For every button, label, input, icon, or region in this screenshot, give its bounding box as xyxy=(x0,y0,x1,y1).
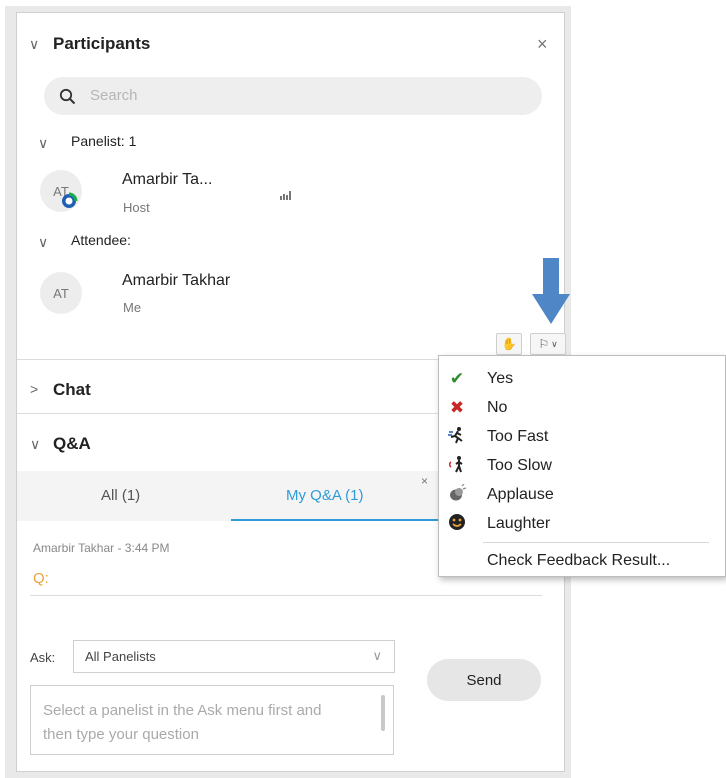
qa-title: Q&A xyxy=(53,434,91,453)
menu-item-too-slow[interactable]: Too Slow xyxy=(439,452,725,480)
checkmark-icon: ✔ xyxy=(449,369,465,388)
collapse-chevron-icon[interactable]: ∨ xyxy=(29,36,39,53)
chevron-down-icon: ∨ xyxy=(372,648,382,663)
chat-chevron-icon[interactable]: > xyxy=(30,381,38,397)
tab-close-icon[interactable]: × xyxy=(421,474,428,488)
question-textarea[interactable]: Select a panelist in the Ask menu first … xyxy=(30,685,394,755)
qa-chevron-icon[interactable]: ∨ xyxy=(30,436,40,453)
chevron-down-icon: ∨ xyxy=(551,338,558,349)
smiley-icon xyxy=(447,513,467,536)
participants-title: Participants xyxy=(53,34,151,53)
attendee-chevron-icon[interactable]: ∨ xyxy=(38,234,48,251)
tab-all[interactable]: All (1) xyxy=(101,487,140,504)
ask-select[interactable]: All Panelists ∨ xyxy=(73,640,395,673)
menu-item-applause[interactable]: Applause xyxy=(439,481,725,509)
audio-level-icon xyxy=(280,191,291,200)
feedback-flag-icon: ⚐ xyxy=(538,337,550,351)
menu-item-yes[interactable]: ✔ Yes xyxy=(439,365,725,393)
avatar-initials: AT xyxy=(53,285,69,301)
tab-my-qa[interactable]: My Q&A (1) xyxy=(286,487,364,504)
send-button[interactable]: Send xyxy=(427,659,541,701)
avatar: AT xyxy=(40,272,82,314)
feedback-button[interactable]: ⚐ ∨ xyxy=(530,333,566,355)
feedback-menu: ✔ Yes ✖ No Too Fast Too Slow Applause La… xyxy=(438,355,726,577)
menu-item-too-fast[interactable]: Too Fast xyxy=(439,423,725,451)
divider xyxy=(17,413,438,414)
walking-person-icon xyxy=(447,455,467,478)
divider xyxy=(30,595,542,596)
raise-hand-button[interactable]: ✋ xyxy=(496,333,522,355)
qa-tab-bar xyxy=(17,471,438,521)
panelist-role: Host xyxy=(123,200,150,215)
search-input[interactable]: Search xyxy=(90,87,138,104)
clapping-hands-icon xyxy=(447,483,467,507)
close-icon[interactable]: × xyxy=(537,34,548,55)
search-input-container[interactable]: Search xyxy=(44,77,542,115)
running-person-icon xyxy=(447,426,467,449)
arrow-down-icon xyxy=(532,258,570,324)
menu-item-laughter[interactable]: Laughter xyxy=(439,510,725,538)
panelist-group-label: Panelist: 1 xyxy=(71,133,137,149)
attendee-group-label: Attendee: xyxy=(71,232,131,248)
qa-entry-question: Q: xyxy=(33,570,49,587)
ask-label: Ask: xyxy=(30,650,56,665)
divider xyxy=(17,359,438,360)
attendee-role: Me xyxy=(123,300,142,315)
active-tab-indicator xyxy=(231,519,438,521)
search-icon xyxy=(59,88,76,105)
menu-item-no[interactable]: ✖ No xyxy=(439,394,725,422)
x-icon: ✖ xyxy=(449,398,465,417)
panelist-name: Amarbir Ta... xyxy=(122,171,213,188)
attendee-name: Amarbir Takhar xyxy=(122,272,231,289)
menu-divider xyxy=(483,542,709,543)
chat-title[interactable]: Chat xyxy=(53,380,91,400)
host-badge-icon xyxy=(62,192,78,208)
hand-icon: ✋ xyxy=(501,337,517,351)
qa-entry-meta: Amarbir Takhar - 3:44 PM xyxy=(33,541,170,555)
panelist-chevron-icon[interactable]: ∨ xyxy=(38,135,48,152)
scrollbar[interactable] xyxy=(381,695,385,731)
menu-item-check-feedback[interactable]: Check Feedback Result... xyxy=(439,547,725,575)
question-placeholder: Select a panelist in the Ask menu first … xyxy=(43,702,322,743)
ask-select-value: All Panelists xyxy=(85,649,156,664)
